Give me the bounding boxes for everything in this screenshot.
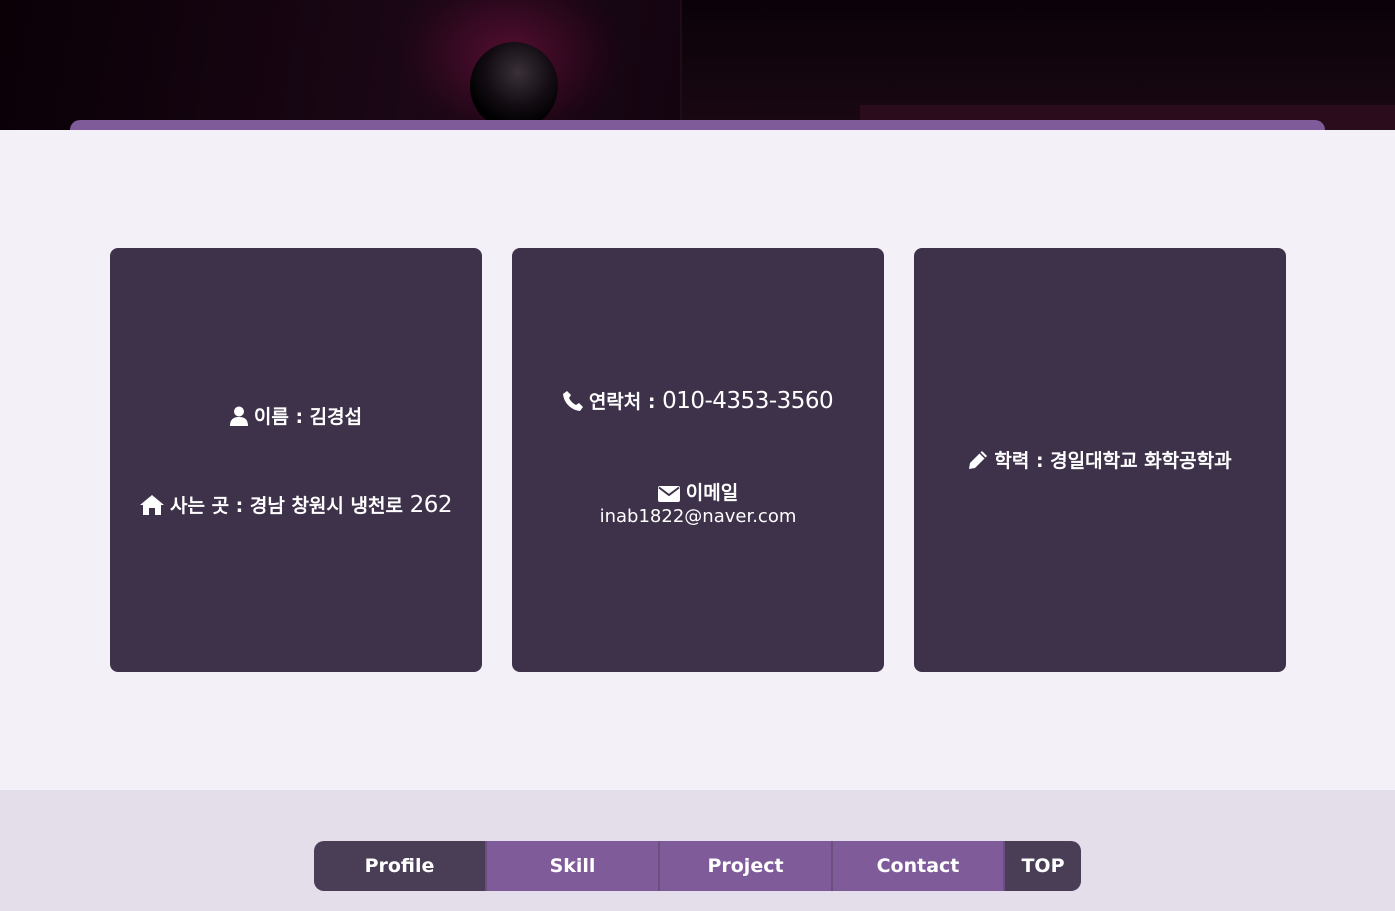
- nav-profile-button[interactable]: Profile: [314, 841, 487, 891]
- phone-value: 010-4353-3560: [662, 388, 834, 414]
- phone-line: 연락처 : 010-4353-3560: [512, 387, 884, 416]
- home-icon: [140, 495, 164, 520]
- education-text: 학력 : 경일대학교 화학공학과: [994, 450, 1232, 472]
- profile-info-card: 이름 : 김경섭 사는 곳 : 경남 창원시 냉천로 262: [110, 248, 482, 672]
- phone-icon: [562, 391, 583, 416]
- education-card: 학력 : 경일대학교 화학공학과: [914, 248, 1286, 672]
- contact-info-card: 연락처 : 010-4353-3560 이메일 inab1822@naver.c…: [512, 248, 884, 672]
- address-text: 사는 곳 : 경남 창원시 냉천로: [170, 495, 403, 517]
- address-line: 사는 곳 : 경남 창원시 냉천로 262: [110, 491, 482, 520]
- envelope-icon: [657, 485, 680, 507]
- nav-top-button[interactable]: TOP: [1005, 841, 1081, 891]
- user-icon: [229, 406, 248, 431]
- email-line: 이메일: [512, 478, 884, 507]
- nav-skill-button[interactable]: Skill: [487, 841, 660, 891]
- hero-banner-image: [0, 0, 1395, 130]
- name-line: 이름 : 김경섭: [110, 402, 482, 431]
- email-label: 이메일: [685, 482, 739, 504]
- email-value[interactable]: inab1822@naver.com: [512, 506, 884, 527]
- education-line: 학력 : 경일대학교 화학공학과: [914, 446, 1286, 475]
- name-text: 이름 : 김경섭: [253, 406, 363, 428]
- phone-label: 연락처 :: [588, 391, 656, 413]
- bottom-navigation: Profile Skill Project Contact TOP: [314, 841, 1081, 891]
- address-number: 262: [409, 492, 453, 518]
- pencil-icon: [968, 450, 988, 475]
- hero-lens: [470, 42, 558, 130]
- nav-contact-button[interactable]: Contact: [833, 841, 1005, 891]
- nav-project-button[interactable]: Project: [660, 841, 833, 891]
